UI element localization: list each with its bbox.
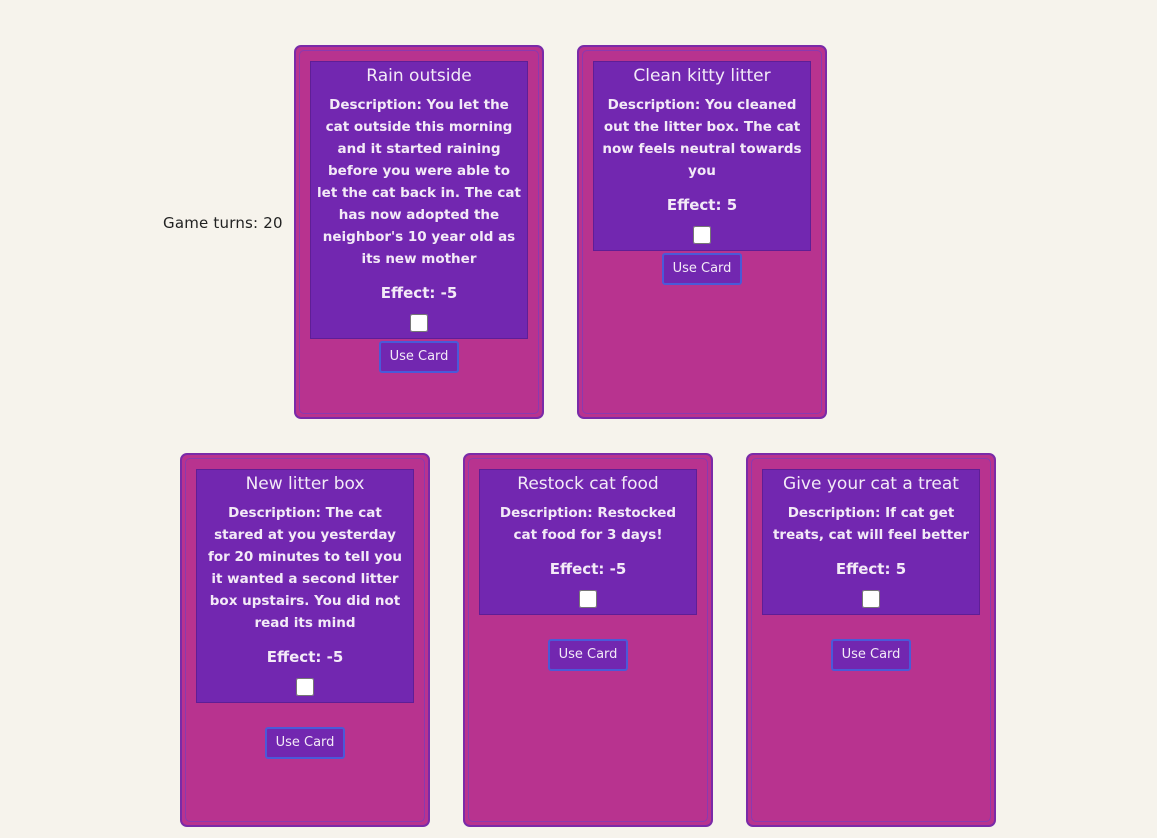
card-description: Description: You cleaned out the litter … xyxy=(602,97,802,179)
card-new-litter-box: New litter box Description: The cat star… xyxy=(180,453,430,827)
card-panel: Give your cat a treat Description: If ca… xyxy=(762,469,980,615)
card-select-checkbox[interactable] xyxy=(296,678,314,696)
card-effect: Effect: -5 xyxy=(549,560,627,578)
card-title: New litter box xyxy=(245,474,365,494)
card-select-checkbox[interactable] xyxy=(693,226,711,244)
card-effect: Effect: -5 xyxy=(380,284,458,302)
card-give-cat-treat: Give your cat a treat Description: If ca… xyxy=(746,453,996,827)
card-select-checkbox[interactable] xyxy=(410,314,428,332)
card-select-checkbox[interactable] xyxy=(579,590,597,608)
card-panel: Rain outside Description: You let the ca… xyxy=(310,61,528,339)
card-effect: Effect: 5 xyxy=(666,196,738,214)
card-effect: Effect: 5 xyxy=(835,560,907,578)
use-card-button[interactable]: Use Card xyxy=(265,727,345,759)
card-title: Clean kitty litter xyxy=(633,66,771,86)
use-card-button[interactable]: Use Card xyxy=(548,639,628,671)
card-description: Description: The cat stared at you yeste… xyxy=(208,505,402,631)
game-turns-counter: Game turns: 20 xyxy=(163,214,283,232)
card-panel: Restock cat food Description: Restocked … xyxy=(479,469,697,615)
card-description: Description: If cat get treats, cat will… xyxy=(772,505,970,543)
card-title: Restock cat food xyxy=(517,474,659,494)
card-title: Rain outside xyxy=(366,66,472,86)
card-rain-outside: Rain outside Description: You let the ca… xyxy=(294,45,544,419)
card-panel: New litter box Description: The cat star… xyxy=(196,469,414,703)
card-description: Description: Restocked cat food for 3 da… xyxy=(499,505,677,543)
card-clean-kitty-litter: Clean kitty litter Description: You clea… xyxy=(577,45,827,419)
card-title: Give your cat a treat xyxy=(783,474,959,494)
card-effect: Effect: -5 xyxy=(266,648,344,666)
use-card-button[interactable]: Use Card xyxy=(662,253,742,285)
card-restock-cat-food: Restock cat food Description: Restocked … xyxy=(463,453,713,827)
use-card-button[interactable]: Use Card xyxy=(831,639,911,671)
card-description: Description: You let the cat outside thi… xyxy=(317,97,521,267)
card-panel: Clean kitty litter Description: You clea… xyxy=(593,61,811,251)
card-select-checkbox[interactable] xyxy=(862,590,880,608)
use-card-button[interactable]: Use Card xyxy=(379,341,459,373)
